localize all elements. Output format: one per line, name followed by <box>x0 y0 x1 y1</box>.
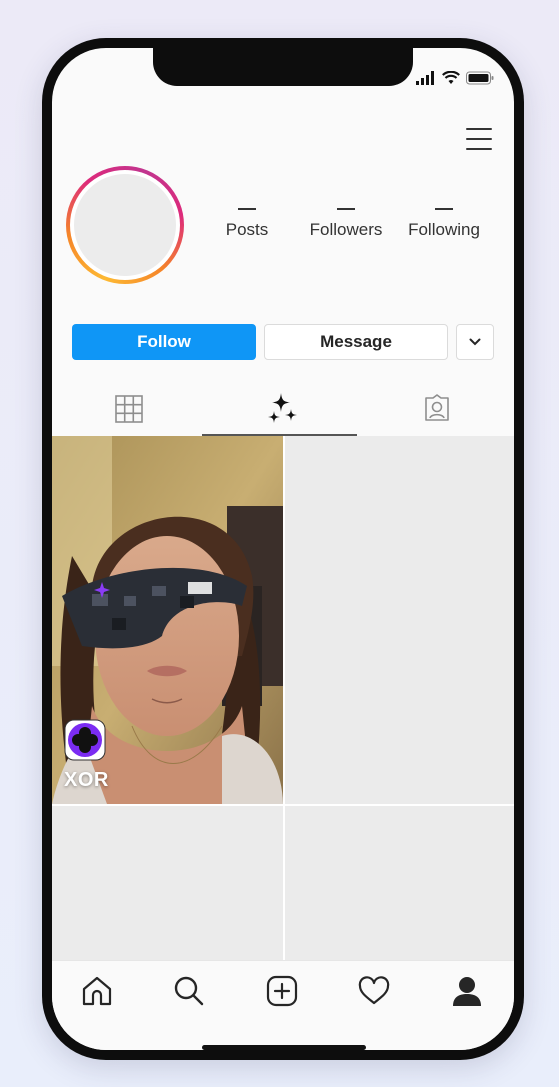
bottom-nav <box>52 960 514 1050</box>
effects-grid: XOR <box>52 436 514 966</box>
signal-icon <box>416 71 434 85</box>
phone-frame: Posts Followers Following Follow Message <box>42 38 524 1060</box>
menu-icon[interactable] <box>466 128 492 150</box>
home-indicator[interactable] <box>202 1045 366 1050</box>
status-bar <box>416 68 494 88</box>
screen: Posts Followers Following Follow Message <box>52 48 514 1050</box>
nav-search[interactable] <box>169 971 209 1011</box>
profile-icon <box>453 977 481 1006</box>
sparkles-icon <box>268 393 297 423</box>
following-count <box>435 208 453 210</box>
effect-tile-xor[interactable]: XOR <box>52 436 283 804</box>
battery-icon <box>466 71 494 85</box>
tab-tagged[interactable] <box>360 382 514 436</box>
effect-name: XOR <box>64 769 109 791</box>
tab-grid[interactable] <box>52 382 206 436</box>
follow-button[interactable]: Follow <box>72 324 256 360</box>
nav-create[interactable] <box>262 971 302 1011</box>
effect-tile-empty <box>285 436 514 804</box>
followers-count <box>337 208 355 210</box>
posts-label: Posts <box>225 220 269 239</box>
nav-home[interactable] <box>77 971 117 1011</box>
message-button[interactable]: Message <box>264 324 448 360</box>
stat-followers[interactable]: Followers <box>296 208 396 240</box>
suggested-button[interactable] <box>456 324 494 360</box>
avatar-story-ring[interactable] <box>66 166 184 284</box>
stat-posts[interactable]: Posts <box>197 208 297 240</box>
xor-effect-badge <box>64 719 106 766</box>
stat-following[interactable]: Following <box>394 208 494 240</box>
posts-count <box>238 208 256 210</box>
tagged-person-icon <box>425 394 449 421</box>
heart-icon <box>358 976 390 1005</box>
following-label: Following <box>408 220 480 239</box>
notch <box>153 48 413 86</box>
nav-profile[interactable] <box>447 971 487 1011</box>
nav-activity[interactable] <box>354 971 394 1011</box>
wifi-icon <box>442 71 460 84</box>
chevron-down-icon <box>469 338 481 346</box>
profile-tabs <box>52 382 514 436</box>
search-icon <box>174 976 204 1006</box>
xor-effect-icon <box>64 719 106 761</box>
home-icon <box>82 976 112 1006</box>
avatar <box>74 174 176 276</box>
followers-label: Followers <box>309 220 383 239</box>
plus-square-icon <box>266 975 298 1007</box>
grid-icon <box>115 395 143 423</box>
effect-tile-empty <box>285 806 514 966</box>
effect-tile-empty <box>52 806 283 966</box>
tab-effects[interactable] <box>206 382 360 436</box>
